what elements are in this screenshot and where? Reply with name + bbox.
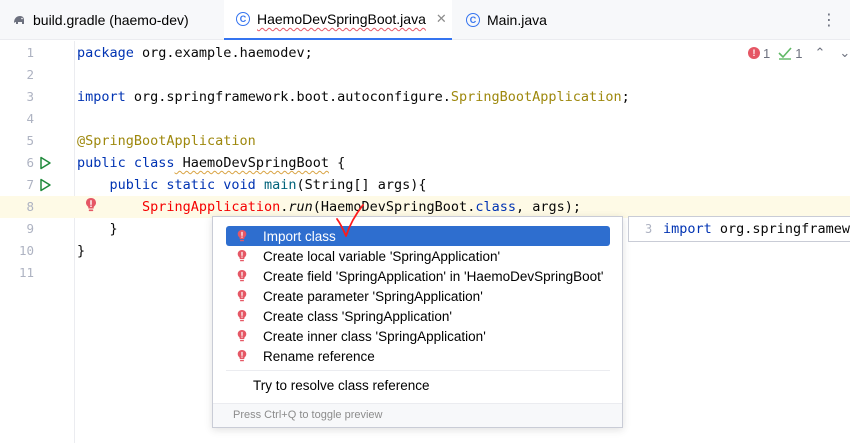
- popup-item-label: Create inner class 'SpringApplication': [263, 328, 486, 344]
- line-number: 2: [26, 67, 34, 82]
- line-number: 4: [26, 111, 34, 126]
- line-number: 5: [26, 133, 34, 148]
- run-gutter-icon[interactable]: [38, 178, 52, 192]
- popup-item-label: Create local variable 'SpringApplication…: [263, 248, 501, 264]
- more-options-icon[interactable]: ⋮: [820, 8, 838, 32]
- code-method-name: main: [255, 177, 297, 193]
- line-number: 7: [26, 177, 34, 192]
- line-number: 8: [26, 199, 34, 214]
- tab-build-gradle[interactable]: build.gradle (haemo-dev): [0, 0, 220, 40]
- code-text: @SpringBootApplication: [77, 130, 256, 152]
- code-line[interactable]: 6 public class HaemoDevSpringBoot {: [0, 152, 850, 174]
- error-bulb-icon: [235, 269, 249, 283]
- code-keyword: import: [663, 221, 712, 237]
- error-bulb-icon: [235, 329, 249, 343]
- line-number: 9: [26, 221, 34, 236]
- code-brace: {: [328, 155, 346, 171]
- class-c-icon: C: [466, 13, 480, 27]
- error-bulb-icon: [235, 229, 249, 243]
- popup-item-label: Create class 'SpringApplication': [263, 308, 452, 324]
- run-gutter-icon[interactable]: [38, 156, 52, 170]
- popup-item-rename-reference[interactable]: Rename reference: [226, 346, 610, 366]
- editor-tab-bar: build.gradle (haemo-dev) C HaemoDevSprin…: [0, 0, 850, 40]
- popup-item-create-inner-class[interactable]: Create inner class 'SpringApplication': [226, 326, 610, 346]
- error-bulb-icon: [235, 309, 249, 323]
- error-bulb-icon: [235, 249, 249, 263]
- popup-item-create-field[interactable]: Create field 'SpringApplication' in 'Hae…: [226, 266, 610, 286]
- popup-item-resolve-class[interactable]: Try to resolve class reference: [226, 375, 610, 395]
- popup-separator: [226, 370, 610, 371]
- tab-haemodevspringboot[interactable]: C HaemoDevSpringBoot.java ✕: [224, 0, 452, 40]
- tab-main-java[interactable]: C Main.java: [454, 0, 564, 40]
- code-keyword: public class: [77, 155, 175, 171]
- preview-code: import org.springframework.boot.autoconf…: [663, 221, 850, 237]
- gradle-elephant-icon: [12, 13, 26, 27]
- intention-actions-popup: Import class Create local variable 'Spri…: [212, 216, 623, 428]
- popup-item-label: Create parameter 'SpringApplication': [263, 288, 483, 304]
- code-line[interactable]: 4: [0, 108, 850, 130]
- code-text: public class HaemoDevSpringBoot {: [77, 152, 345, 174]
- code-text: }: [77, 243, 86, 259]
- line-number: 3: [26, 89, 34, 104]
- line-number: 11: [18, 265, 34, 280]
- popup-item-create-parameter[interactable]: Create parameter 'SpringApplication': [226, 286, 610, 306]
- code-line[interactable]: 7 public static void main(String[] args)…: [0, 174, 850, 196]
- line-number: 6: [26, 155, 34, 170]
- code-line[interactable]: 5 @SpringBootApplication: [0, 130, 850, 152]
- red-checkmark-annotation: [336, 204, 364, 237]
- tab-label: HaemoDevSpringBoot.java: [257, 11, 426, 27]
- popup-item-label: Import class: [263, 228, 336, 244]
- code-text: SpringApplication.run(HaemoDevSpringBoot…: [77, 196, 581, 218]
- code-text: public static void main(String[] args){: [77, 174, 427, 196]
- unresolved-reference[interactable]: SpringApplication: [142, 199, 280, 215]
- popup-item-import-class[interactable]: Import class: [226, 226, 610, 246]
- code-text: package org.example.haemodev;: [77, 42, 313, 64]
- code-keyword: public static void: [109, 177, 256, 193]
- error-bulb-icon: [235, 349, 249, 363]
- code-keyword: import: [77, 89, 126, 105]
- code-semicolon: ;: [621, 89, 630, 105]
- code-params: (String[] args){: [296, 177, 427, 193]
- code-line[interactable]: 1 package org.example.haemodev;: [0, 42, 850, 64]
- code-package: org.example.haemodev;: [133, 45, 313, 61]
- code-method-call: run: [288, 199, 313, 215]
- code-keyword: package: [77, 45, 134, 61]
- code-import-class: SpringBootApplication: [450, 89, 622, 105]
- popup-item-create-class[interactable]: Create class 'SpringApplication': [226, 306, 610, 326]
- popup-item-create-local-variable[interactable]: Create local variable 'SpringApplication…: [226, 246, 610, 266]
- code-import-path: org.springframework.boot.autoconfigure.: [125, 89, 451, 105]
- code-line[interactable]: 2: [0, 64, 850, 86]
- code-text: import org.springframework.boot.autoconf…: [77, 86, 630, 108]
- class-c-icon: C: [236, 12, 250, 26]
- line-number: 1: [26, 45, 34, 60]
- code-paren: (: [312, 199, 321, 215]
- code-class-name: HaemoDevSpringBoot: [174, 155, 329, 171]
- popup-item-label: Rename reference: [263, 348, 375, 364]
- code-args: , args);: [515, 199, 581, 215]
- code-text: }: [77, 221, 118, 237]
- error-bulb-icon: [235, 289, 249, 303]
- popup-footer-hint: Press Ctrl+Q to toggle preview: [213, 403, 622, 427]
- line-number: 10: [18, 243, 34, 258]
- code-annotation: @SpringBootApplication: [77, 133, 256, 149]
- close-tab-icon[interactable]: ✕: [436, 11, 447, 27]
- popup-item-label: Try to resolve class reference: [253, 377, 430, 393]
- code-keyword: class: [475, 199, 516, 215]
- preview-line-number: 3: [645, 222, 653, 236]
- tab-label: build.gradle (haemo-dev): [33, 12, 189, 28]
- import-preview-panel: 3 import org.springframework.boot.autoco…: [628, 216, 850, 242]
- popup-item-label: Create field 'SpringApplication' in 'Hae…: [263, 268, 604, 284]
- tab-label: Main.java: [487, 12, 547, 28]
- code-line[interactable]: 3 import org.springframework.boot.autoco…: [0, 86, 850, 108]
- code-line-current[interactable]: 8 SpringApplication.run(HaemoDevSpringBo…: [0, 196, 850, 218]
- error-lightbulb-icon[interactable]: [84, 197, 98, 213]
